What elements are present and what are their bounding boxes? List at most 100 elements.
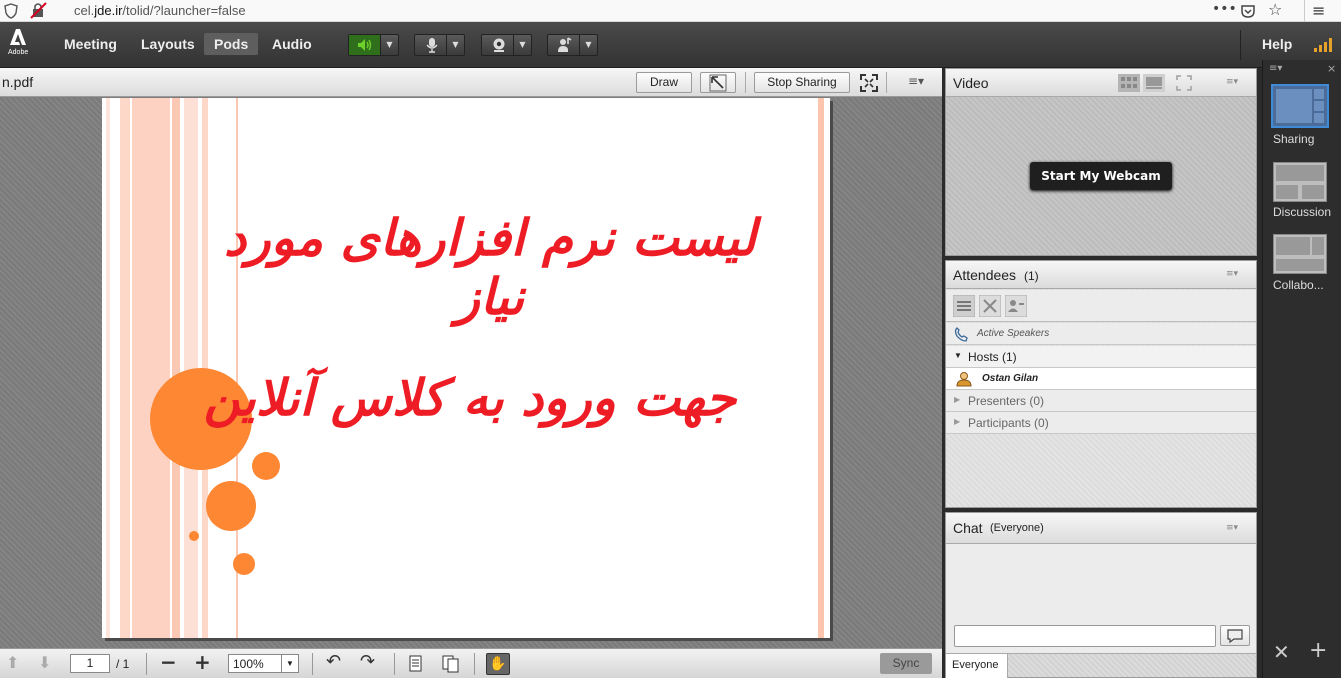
share-pod-footer: ⬆ ⬇ 1 / 1 − + 100% ▼ ↶ ↷ ✋ Sync bbox=[0, 648, 942, 678]
filmstrip-view-icon[interactable] bbox=[1143, 74, 1165, 92]
menu-pods[interactable]: Pods bbox=[204, 33, 259, 55]
toolbar-divider bbox=[1304, 0, 1305, 22]
page-number-input[interactable]: 1 bbox=[70, 654, 110, 673]
attendee-row[interactable]: Ostan Gilan bbox=[946, 368, 1256, 390]
bookmark-star-icon[interactable]: ☆ bbox=[1268, 0, 1282, 19]
rotate-right-icon[interactable]: ↷ bbox=[360, 651, 375, 672]
layout-thumb-collaboration[interactable] bbox=[1273, 234, 1327, 274]
adobe-logo-icon bbox=[10, 29, 26, 45]
thumb-discussion-left bbox=[1276, 185, 1298, 199]
share-pod-header: n.pdf Draw Stop Sharing ≡▾ bbox=[0, 68, 942, 97]
host-user-icon bbox=[956, 372, 972, 387]
menu-audio[interactable]: Audio bbox=[272, 36, 312, 52]
insecure-lock-icon[interactable] bbox=[30, 2, 48, 19]
presenters-group-row[interactable]: ▶ Presenters (0) bbox=[946, 390, 1256, 412]
participants-expand-icon[interactable]: ▶ bbox=[954, 417, 960, 426]
next-page-icon[interactable]: ⬇ bbox=[38, 653, 51, 672]
participants-label: Participants (0) bbox=[968, 416, 1049, 430]
attendees-pod-menu-icon[interactable]: ≡▾ bbox=[1226, 269, 1244, 279]
url-domain: jde.ir bbox=[94, 3, 123, 18]
hand-tool-icon[interactable]: ✋ bbox=[486, 653, 510, 675]
adobe-logo-text: Adobe bbox=[8, 49, 29, 56]
send-chat-button[interactable] bbox=[1220, 625, 1250, 646]
attendee-count: (1) bbox=[1024, 269, 1039, 283]
help-divider bbox=[1240, 30, 1241, 60]
microphone-button[interactable]: ▼ bbox=[414, 34, 465, 56]
chat-tab-everyone[interactable]: Everyone bbox=[946, 654, 1008, 678]
microphone-dropdown-icon[interactable]: ▼ bbox=[446, 35, 464, 55]
share-stage: لیست نرم افزارهای مورد نیاز جهت ورود به … bbox=[0, 98, 942, 648]
page-total: / 1 bbox=[116, 657, 130, 671]
grid-view-icon[interactable] bbox=[1118, 74, 1140, 92]
stop-sharing-button[interactable]: Stop Sharing bbox=[754, 72, 850, 93]
raise-hand-button[interactable]: ▼ bbox=[547, 34, 598, 56]
attendees-pod: Attendees (1) ≡▾ Active Speakers ▼ Hosts… bbox=[945, 260, 1257, 508]
layout-tools-icon[interactable]: ✕ bbox=[1273, 640, 1290, 664]
hosts-label: Hosts (1) bbox=[968, 350, 1017, 364]
video-pod: Video ≡▾ Start My Webcam bbox=[945, 68, 1257, 256]
zoom-in-icon[interactable]: + bbox=[194, 650, 211, 674]
video-pod-title: Video bbox=[953, 75, 989, 91]
sync-button[interactable]: Sync bbox=[880, 653, 932, 674]
attendees-pod-header: Attendees (1) ≡▾ bbox=[946, 261, 1256, 289]
speaker-button[interactable]: ▼ bbox=[348, 34, 399, 56]
chat-messages-area bbox=[946, 544, 1256, 620]
chat-pod-menu-icon[interactable]: ≡▾ bbox=[1226, 523, 1244, 533]
pod-options-menu-icon[interactable]: ≡▾ bbox=[908, 74, 924, 88]
video-pod-menu-icon[interactable]: ≡▾ bbox=[1226, 77, 1244, 87]
footer-divider-2 bbox=[312, 653, 313, 675]
footer-divider-3 bbox=[394, 653, 395, 675]
shield-icon[interactable] bbox=[4, 3, 18, 19]
rail-menu-icon[interactable]: ≡▾ bbox=[1269, 63, 1282, 74]
status-view-icon[interactable] bbox=[1005, 295, 1027, 317]
pocket-icon[interactable] bbox=[1240, 3, 1256, 19]
speaker-dropdown-icon[interactable]: ▼ bbox=[380, 35, 398, 55]
zoom-out-icon[interactable]: − bbox=[160, 650, 177, 674]
webcam-button[interactable]: ▼ bbox=[481, 34, 532, 56]
menu-meeting[interactable]: Meeting bbox=[64, 36, 117, 52]
breakout-view-icon[interactable] bbox=[979, 295, 1001, 317]
zoom-value: 100% bbox=[233, 657, 264, 671]
single-page-icon[interactable] bbox=[408, 655, 424, 673]
status-person-icon bbox=[558, 37, 572, 52]
layout-thumb-discussion[interactable] bbox=[1273, 162, 1327, 202]
browser-toolbar: cel.jde.ir/tolid/?launcher=false ••• ☆ ≡ bbox=[0, 0, 1341, 22]
footer-divider bbox=[146, 653, 147, 675]
rotate-left-icon[interactable]: ↶ bbox=[326, 651, 341, 672]
thumb-sharing-side1 bbox=[1314, 89, 1324, 99]
rail-collapse-icon[interactable]: × bbox=[1327, 62, 1336, 75]
draw-button[interactable]: Draw bbox=[636, 72, 692, 93]
video-fullscreen-icon[interactable] bbox=[1176, 75, 1192, 91]
layout-label-collaboration: Collabo... bbox=[1273, 278, 1324, 292]
shared-filename: n.pdf bbox=[2, 74, 34, 90]
webcam-dropdown-icon[interactable]: ▼ bbox=[513, 35, 531, 55]
pointer-tool-button[interactable] bbox=[700, 72, 736, 93]
multi-page-icon[interactable] bbox=[442, 655, 460, 673]
chat-bubble-icon bbox=[1227, 629, 1243, 644]
layout-thumb-sharing[interactable] bbox=[1271, 84, 1329, 128]
address-bar[interactable]: cel.jde.ir/tolid/?launcher=false bbox=[74, 3, 246, 18]
thumb-sharing-side2 bbox=[1314, 101, 1324, 111]
webcam-icon bbox=[493, 38, 505, 52]
add-layout-icon[interactable]: + bbox=[1309, 638, 1327, 663]
status-dropdown-icon[interactable]: ▼ bbox=[579, 35, 597, 55]
hosts-group-row[interactable]: ▼ Hosts (1) bbox=[946, 346, 1256, 368]
url-path: /tolid/?launcher=false bbox=[122, 3, 246, 18]
page-actions-icon[interactable]: ••• bbox=[1212, 1, 1237, 17]
fullscreen-icon[interactable] bbox=[860, 74, 878, 92]
adobe-logo: Adobe bbox=[8, 28, 28, 56]
hosts-expand-icon[interactable]: ▼ bbox=[954, 351, 962, 360]
participants-group-row[interactable]: ▶ Participants (0) bbox=[946, 412, 1256, 434]
chat-input[interactable] bbox=[954, 625, 1216, 647]
list-view-icon[interactable] bbox=[953, 295, 975, 317]
previous-page-icon[interactable]: ⬆ bbox=[6, 653, 19, 672]
hamburger-menu-icon[interactable]: ≡ bbox=[1312, 1, 1325, 20]
menu-layouts[interactable]: Layouts bbox=[141, 36, 195, 52]
thumb-collab-bottom bbox=[1276, 259, 1324, 271]
start-webcam-button[interactable]: Start My Webcam bbox=[1030, 162, 1172, 190]
zoom-select[interactable]: 100% ▼ bbox=[228, 654, 299, 673]
presenters-expand-icon[interactable]: ▶ bbox=[954, 395, 960, 404]
help-menu[interactable]: Help bbox=[1262, 36, 1292, 52]
thumb-collab-side bbox=[1312, 237, 1324, 255]
slide-title-line2: جهت ورود به کلاس آنلاین bbox=[203, 368, 737, 427]
